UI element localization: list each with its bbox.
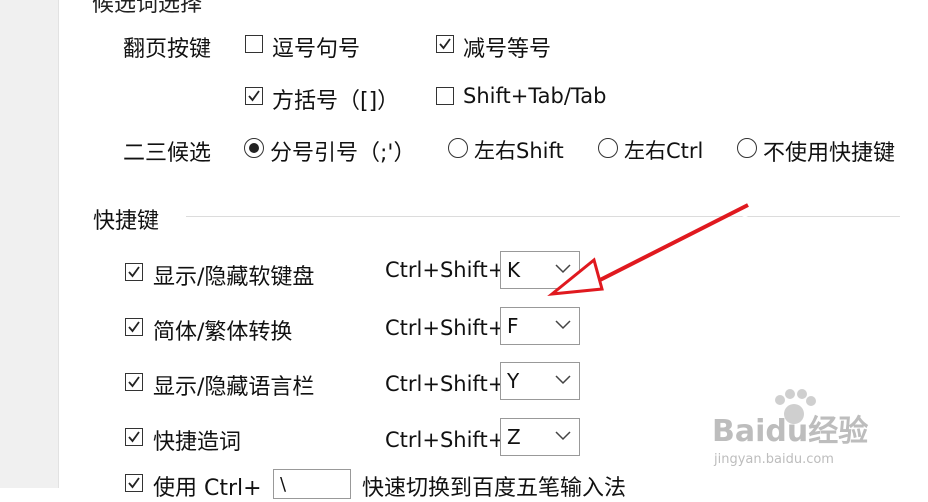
watermark-brand: Baidu经验: [712, 414, 869, 449]
watermark-url: jingyan.baidu.com: [714, 452, 834, 467]
